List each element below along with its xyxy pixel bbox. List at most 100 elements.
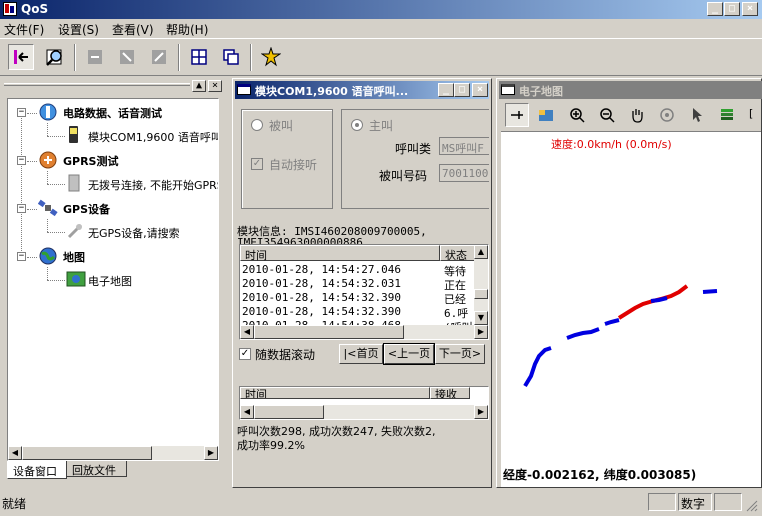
- log-row-status[interactable]: 6.呼: [444, 305, 474, 319]
- module-window-titlebar: 模块COM1,9600 语音呼叫... _ □ ×: [235, 81, 489, 99]
- receive-hscrollbar[interactable]: ◀ ▶: [240, 405, 488, 419]
- close-button[interactable]: ×: [742, 2, 758, 16]
- scroll-right-arrow[interactable]: ▶: [204, 446, 218, 460]
- map-window-titlebar: 电子地图: [499, 81, 762, 99]
- tile-windows-icon[interactable]: [186, 44, 212, 70]
- center-icon[interactable]: [655, 103, 679, 127]
- about-icon[interactable]: [258, 44, 284, 70]
- scroll-left-arrow[interactable]: ◀: [8, 446, 22, 460]
- gprs-test-icon: [38, 150, 58, 173]
- zoom-in-icon[interactable]: [565, 103, 589, 127]
- device-pane-close[interactable]: ×: [208, 80, 222, 92]
- status-numlock: 数字: [678, 493, 712, 511]
- tree-item-gprs[interactable]: 无拨号连接, 不能开始GPRS: [88, 177, 218, 193]
- connect-device-button[interactable]: [8, 44, 34, 70]
- log-row-status[interactable]: 正在: [444, 277, 474, 291]
- tab-playback-file[interactable]: 回放文件: [67, 461, 127, 477]
- scroll-thumb[interactable]: [22, 446, 152, 460]
- log-row-status[interactable]: 等待: [444, 263, 474, 277]
- tree-group-map[interactable]: 地图: [63, 249, 85, 265]
- resize-grip-icon[interactable]: [744, 498, 760, 514]
- menu-settings[interactable]: 设置(S): [58, 21, 99, 38]
- window-title: QoS: [21, 2, 49, 16]
- track-segment-blue-5: [702, 289, 718, 294]
- device-tree: − 电路数据、话音测试 模块COM1,9600 语音呼叫 − GPRS测试 无拨…: [7, 98, 219, 461]
- checkbox-auto-answer[interactable]: ✓: [251, 158, 263, 170]
- phone-module-icon: [66, 125, 82, 148]
- pan-hand-icon[interactable]: [625, 103, 649, 127]
- col-header-time-2[interactable]: 时间: [240, 387, 430, 399]
- tree-expander-gps[interactable]: −: [17, 204, 26, 213]
- pin-icon[interactable]: [505, 103, 529, 127]
- radio-called-label: 被叫: [269, 119, 294, 133]
- log-row-time[interactable]: 2010-01-28, 14:54:32.390: [242, 305, 438, 319]
- tree-group-gps[interactable]: GPS设备: [63, 201, 110, 217]
- radio-called[interactable]: [251, 119, 263, 131]
- device-pane-minimize[interactable]: ▲: [192, 80, 206, 92]
- module-window: 模块COM1,9600 语音呼叫... _ □ × 被叫 ✓ 自动接听 主叫 呼…: [232, 78, 492, 488]
- stats-line2: 成功率99.2%: [237, 439, 305, 452]
- map-canvas[interactable]: 速度:0.0km/h (0.0m/s) 经度-0.002162, 纬度0.003…: [501, 131, 761, 487]
- log-row-time[interactable]: 2010-01-28, 14:54:32.390: [242, 291, 438, 305]
- prev-page-button[interactable]: <上一页: [383, 343, 435, 365]
- tree-item-module[interactable]: 模块COM1,9600 语音呼叫: [88, 129, 218, 145]
- tree-group-circuit[interactable]: 电路数据、话音测试: [63, 105, 162, 121]
- log-row-time[interactable]: 2010-01-28, 14:54:32.031: [242, 277, 438, 291]
- tab-device-window[interactable]: 设备窗口: [7, 461, 67, 479]
- coordinates-readout: 经度-0.002162, 纬度0.003085): [503, 468, 697, 482]
- log-hscroll-thumb[interactable]: [254, 325, 404, 339]
- module-window-title: 模块COM1,9600 语音呼叫...: [255, 85, 409, 98]
- maximize-button[interactable]: □: [724, 2, 740, 16]
- scroll-right-arrow[interactable]: ▶: [474, 325, 488, 339]
- menu-file[interactable]: 文件(F): [4, 21, 44, 38]
- checkbox-scroll-label: 随数据滚动: [255, 348, 316, 362]
- menu-help[interactable]: 帮助(H): [166, 21, 208, 38]
- tree-item-gps[interactable]: 无GPS设备,请搜索: [88, 225, 180, 241]
- scroll-left-arrow[interactable]: ◀: [240, 405, 254, 419]
- zoom-out-icon[interactable]: [595, 103, 619, 127]
- log-hscrollbar[interactable]: ◀ ▶: [240, 325, 488, 339]
- toolbar-overflow-icon[interactable]: [: [749, 107, 753, 120]
- cascade-windows-icon[interactable]: [218, 44, 244, 70]
- select-arrow-icon[interactable]: [685, 103, 709, 127]
- log-vscroll-thumb[interactable]: [474, 289, 488, 299]
- checkbox-scroll-with-data[interactable]: ✓: [239, 348, 251, 360]
- col-header-status[interactable]: 状态: [440, 245, 476, 262]
- search-device-icon[interactable]: [42, 44, 68, 70]
- menu-bar: 文件(F) 设置(S) 查看(V) 帮助(H): [0, 19, 762, 38]
- tree-hscrollbar[interactable]: ◀ ▶: [8, 446, 218, 460]
- menu-view[interactable]: 查看(V): [112, 21, 154, 38]
- col-header-time[interactable]: 时间: [240, 245, 440, 262]
- scroll-up-arrow[interactable]: ▲: [474, 245, 488, 259]
- tree-item-map[interactable]: 电子地图: [88, 273, 132, 289]
- radio-caller[interactable]: [351, 119, 363, 131]
- layer-stack-icon[interactable]: [715, 103, 739, 127]
- minimize-button[interactable]: _: [707, 2, 723, 16]
- status-bar: 就绪 数字: [0, 490, 762, 516]
- module-info-line2: IMEI354963000000886: [237, 236, 363, 244]
- module-minimize-button[interactable]: _: [438, 83, 454, 97]
- called-number-input[interactable]: 7001100: [439, 164, 489, 182]
- scroll-right-arrow[interactable]: ▶: [474, 405, 488, 419]
- tree-expander-circuit[interactable]: −: [17, 108, 26, 117]
- next-page-button[interactable]: 下一页>: [435, 344, 485, 364]
- module-maximize-button[interactable]: □: [454, 83, 470, 97]
- tree-group-gprs[interactable]: GPRS测试: [63, 153, 118, 169]
- log-row-time[interactable]: 2010-01-28, 14:54:27.046: [242, 263, 438, 277]
- scroll-down-arrow[interactable]: ▼: [474, 311, 488, 325]
- gps-device-icon: [66, 221, 84, 244]
- log-row-status[interactable]: 已经: [444, 291, 474, 305]
- tree-expander-gprs[interactable]: −: [17, 156, 26, 165]
- log-vscrollbar[interactable]: ▲ ▼: [474, 245, 488, 325]
- scroll-left-arrow[interactable]: ◀: [240, 325, 254, 339]
- col-header-receive[interactable]: 接收: [430, 387, 470, 399]
- receive-hscroll-thumb[interactable]: [254, 405, 324, 419]
- call-type-select[interactable]: MS呼叫F: [439, 137, 489, 155]
- map-layers-icon[interactable]: [535, 103, 559, 127]
- globe-icon: [38, 246, 58, 269]
- tree-expander-map[interactable]: −: [17, 252, 26, 261]
- module-close-button[interactable]: ×: [472, 83, 488, 97]
- window-titlebar: QoS _ □ ×: [0, 0, 762, 19]
- save-log-icon: [146, 44, 172, 70]
- first-page-button[interactable]: |<首页: [339, 344, 383, 364]
